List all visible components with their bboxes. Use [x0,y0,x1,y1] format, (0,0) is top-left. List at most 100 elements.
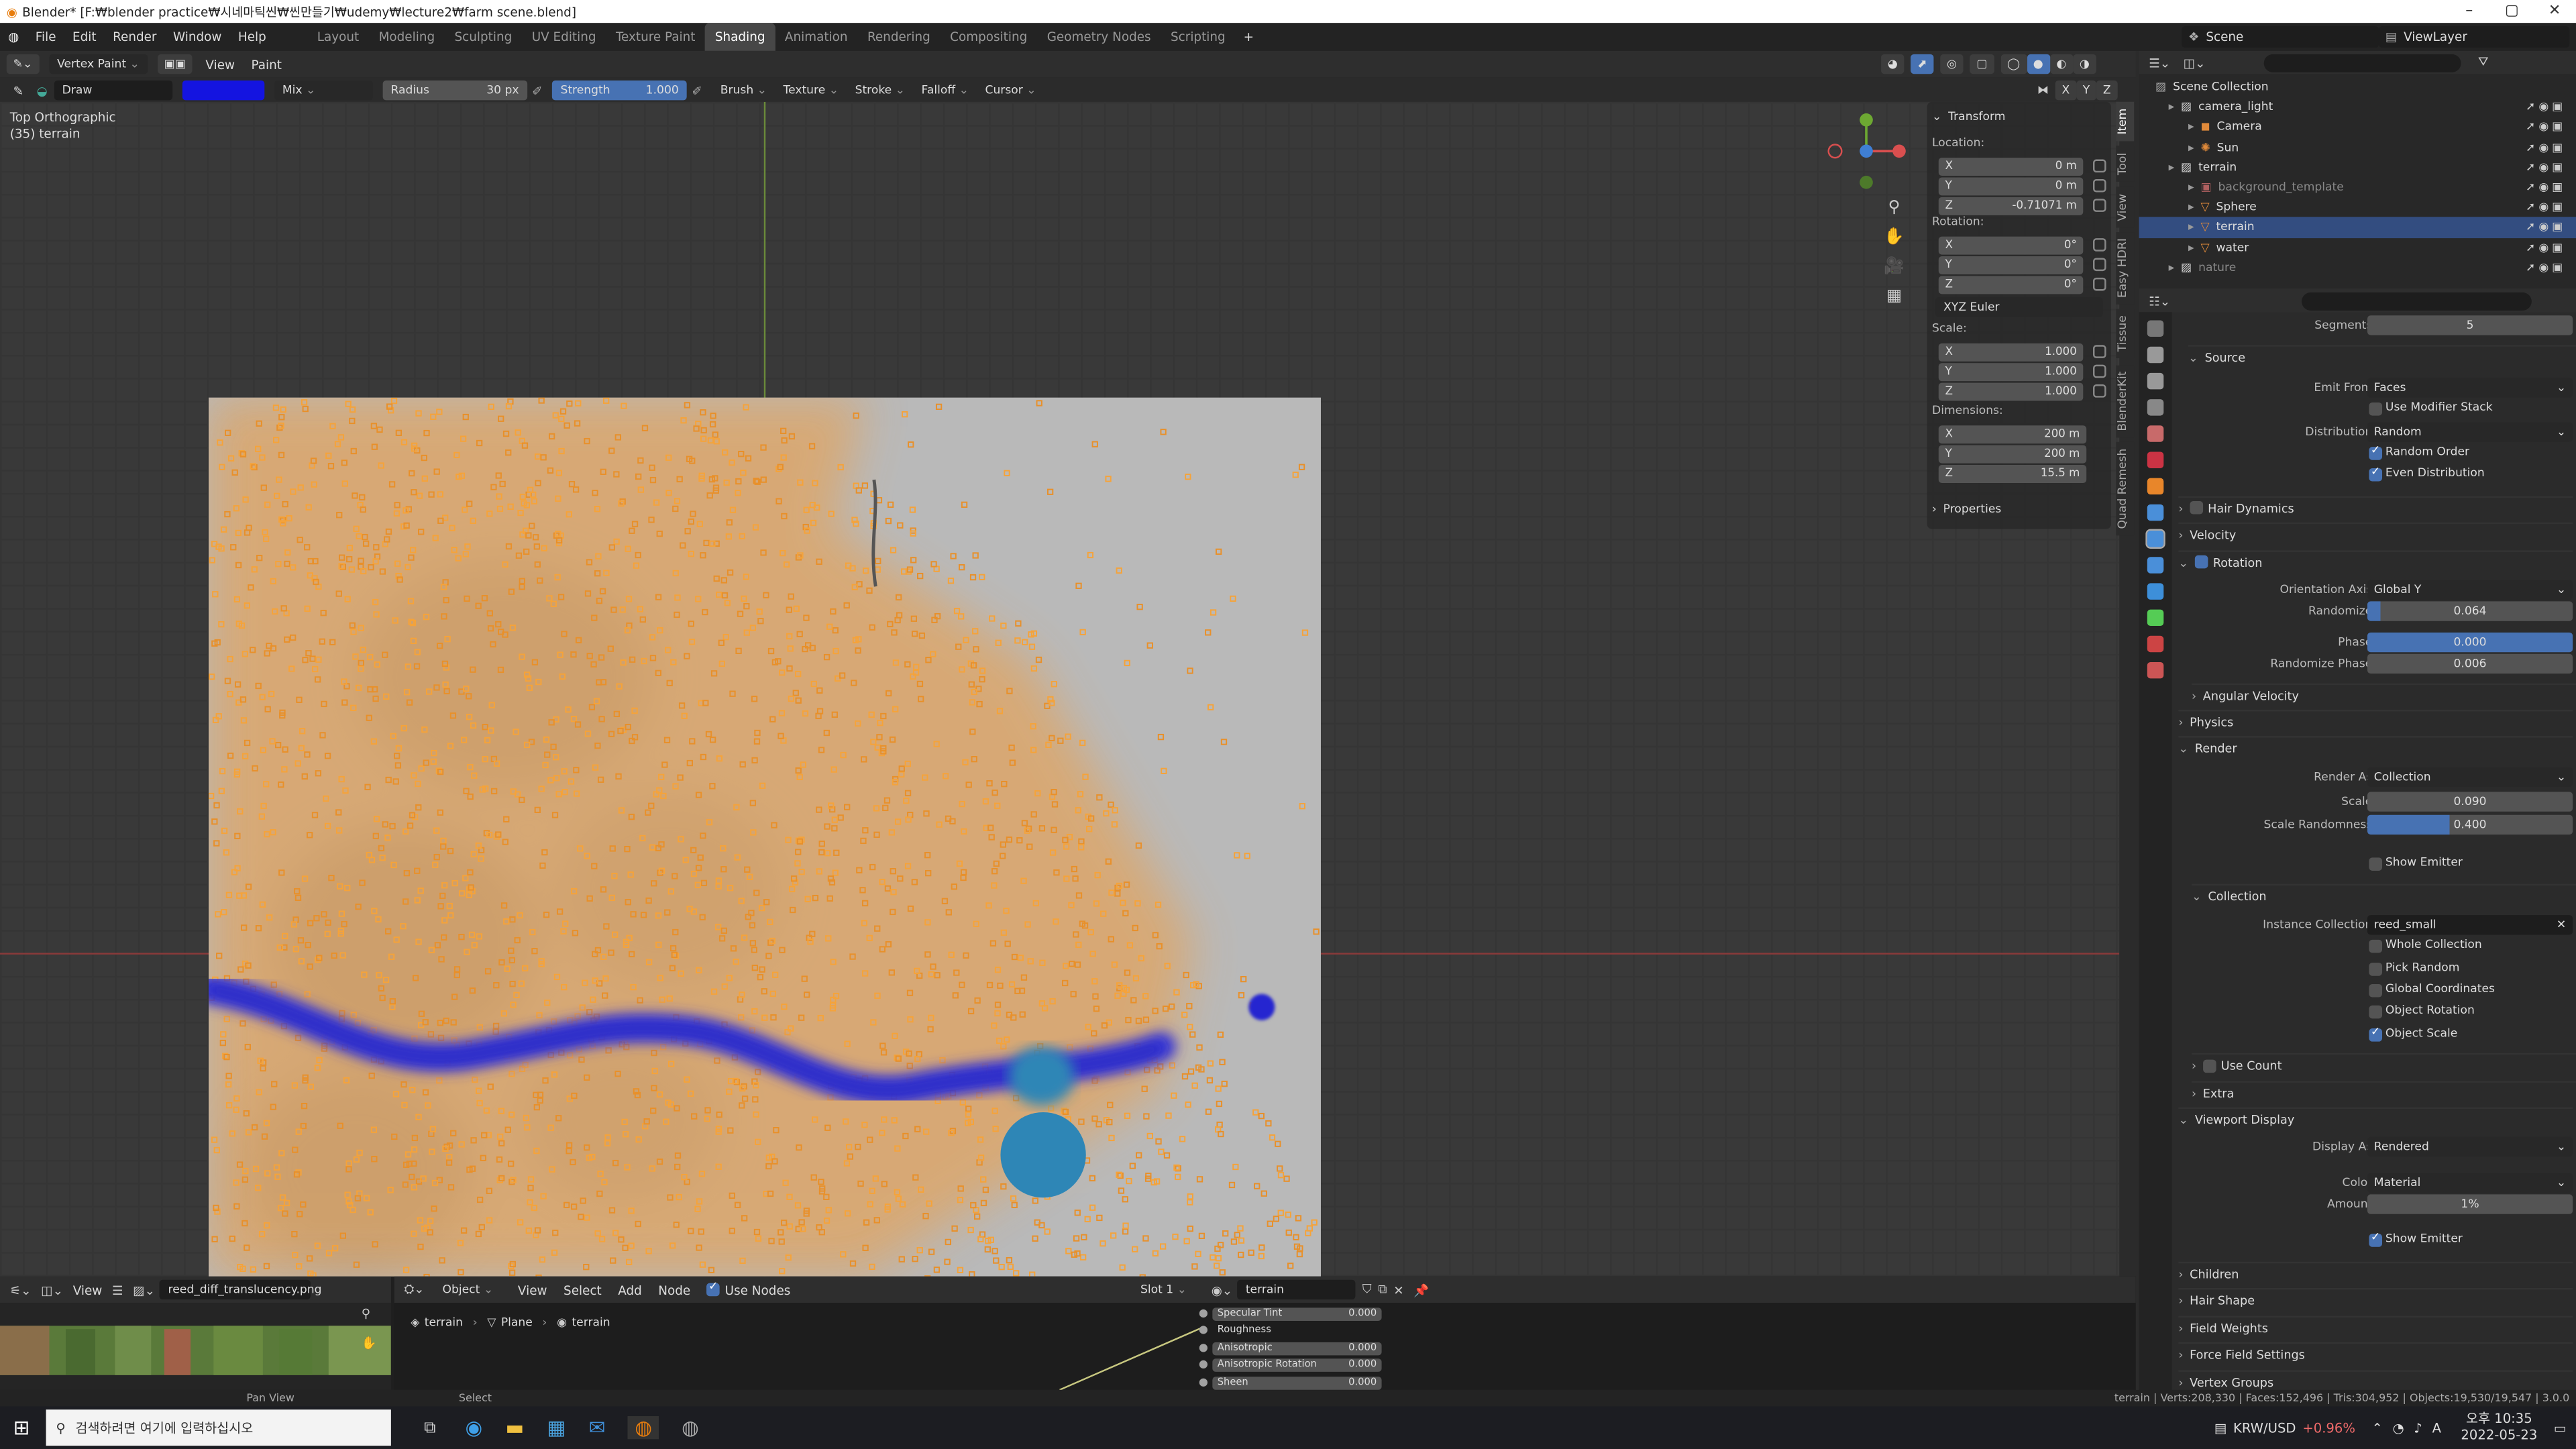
scale-value[interactable]: 0.090 [2367,792,2573,812]
camera-view-icon[interactable]: 🎥 [1881,253,1907,282]
node-value-field[interactable]: Roughness [1212,1325,1381,1338]
global-coordinates-checkbox[interactable] [2369,983,2383,998]
clear-icon[interactable]: ✕ [2557,915,2566,934]
image-browse-icon[interactable]: ▨⌄ [133,1282,155,1297]
hair-shape-section-header[interactable]: › Hair Shape [2178,1288,2573,1311]
workspace-tab-geometry-nodes[interactable]: Geometry Nodes [1037,23,1161,51]
eye-icon[interactable]: ◉ [2538,261,2552,274]
workspace-tab-compositing[interactable]: Compositing [940,23,1037,51]
close-button[interactable]: ✕ [2533,0,2576,23]
workspace-tab-modeling[interactable]: Modeling [369,23,445,51]
view-layer-tab-icon[interactable] [2147,399,2164,416]
world-tab-icon[interactable] [2147,451,2164,468]
emit-from-value[interactable]: Faces ⌄ [2367,377,2573,398]
children-section-header[interactable]: › Children [2178,1261,2573,1285]
mode-selector[interactable]: Vertex Paint [48,54,148,74]
blender-taskbar-icon[interactable]: ◍ [628,1416,659,1440]
stroke-menu[interactable]: Stroke [847,80,913,100]
wireframe-shading-icon[interactable]: ◯ [2000,54,2027,74]
paint-menu[interactable]: Paint [252,56,282,71]
outliner-row-camera-light[interactable]: ▸ ▨ camera_light ➚◉▣ [2139,97,2576,117]
expand-arrow-icon[interactable]: ▸ [2188,241,2194,254]
whole-collection-checkbox[interactable] [2369,940,2383,953]
menu-render[interactable]: Render [105,23,165,51]
maximize-button[interactable]: ▢ [2491,0,2534,23]
hair-dynamics-section-checkbox[interactable] [2190,501,2203,515]
outliner-row-nature[interactable]: ▸ ▨ nature ➚◉▣ [2139,258,2576,278]
select-toggle-icon[interactable]: ➚ [2526,221,2538,234]
sidebar-tab-tissue[interactable]: Tissue [2116,309,2135,360]
rotation-mode-select[interactable]: XYZ Euler [1935,297,2103,317]
breadcrumb-item[interactable]: Plane [501,1316,533,1330]
falloff-menu[interactable]: Falloff [913,80,977,100]
navigation-gizmo[interactable] [1827,112,1909,194]
loc-z-field[interactable]: Z -0.71071 m [1938,196,2084,215]
lock-icon[interactable] [2093,159,2106,173]
breadcrumb-item[interactable]: terrain [425,1316,463,1330]
outliner-row-water[interactable]: ▸ ▽ water ➚◉▣ [2139,237,2576,258]
select-toggle-icon[interactable]: ➚ [2526,141,2538,154]
collection-section-header[interactable]: ⌄ Collection [2191,884,2576,908]
camera-render-icon[interactable]: ▣ [2552,221,2566,234]
randomize-value[interactable]: 0.064 [2367,602,2573,622]
xray-toggle-icon[interactable]: ▢ [1970,54,1994,74]
material-shading-icon[interactable]: ◐ [2049,54,2074,74]
overlay-toggle-icon[interactable]: ◎ [1940,54,1964,74]
object-scale-checkbox[interactable] [2369,1025,2383,1042]
workspace-tab-animation[interactable]: Animation [775,23,857,51]
menu-file[interactable]: File [28,23,64,51]
windows-start-icon[interactable]: ⊞ [13,1416,30,1439]
lock-icon[interactable] [2093,258,2106,272]
notification-icon[interactable]: ▭ [2554,1420,2567,1435]
display-mode-icon[interactable]: ◫⌄ [2184,55,2206,70]
outliner-editor-icon[interactable]: ☰⌄ [2149,55,2170,70]
workspace-tab-layout[interactable]: Layout [307,23,369,51]
camera-render-icon[interactable]: ▣ [2552,121,2566,134]
node-input-row[interactable]: Specular Tint 0.000 [1199,1306,1382,1323]
lock-icon[interactable] [2093,277,2106,291]
store-icon[interactable]: ▦ [547,1416,566,1439]
principled-bsdf-node[interactable]: Specular Tint 0.000 Roughness Anisotropic 0.… [1199,1306,1382,1391]
select-toggle-icon[interactable]: ➚ [2526,161,2538,174]
sidebar-tab-quad-remesh[interactable]: Quad Remesh [2116,441,2135,536]
mirror-z-toggle[interactable]: Z [2096,80,2118,101]
eye-icon[interactable]: ◉ [2538,241,2552,254]
filter-icon[interactable]: ⛛ [2478,54,2488,70]
scene-collection-row[interactable]: ▨ Scene Collection [2139,77,2576,97]
lock-icon[interactable] [2093,384,2106,398]
ortho-grid-icon[interactable]: ▦ [1881,282,1907,312]
display-as-value[interactable]: Rendered ⌄ [2367,1137,2573,1158]
strength-pressure-icon[interactable]: ✐ [692,83,702,98]
dim-x-field[interactable]: X 200 m [1938,425,2087,443]
image-preview[interactable]: ⚲ ✋ [0,1303,391,1390]
brush-color-swatch[interactable] [182,80,264,101]
radius-field[interactable]: Radius 30 px [382,80,527,101]
camera-render-icon[interactable]: ▣ [2552,241,2566,254]
lock-icon[interactable] [2093,364,2106,378]
segments-value[interactable]: 5 [2367,315,2573,335]
expand-arrow-icon[interactable]: ▸ [2169,261,2175,274]
outliner-row-Sun[interactable]: ▸ ✺ Sun ➚◉▣ [2139,138,2576,158]
pin-icon[interactable]: 📌 [1413,1282,1429,1297]
image-name-field[interactable]: reed_diff_translucency.png [160,1279,322,1300]
node-input-row[interactable]: Roughness [1199,1323,1380,1340]
file-explorer-icon[interactable]: ▬ [506,1416,525,1439]
use-modifier-stack-checkbox[interactable] [2369,402,2383,417]
rot-x-field[interactable]: X 0° [1938,235,2084,254]
output-tab-icon[interactable] [2147,372,2164,390]
task-view-icon[interactable]: ⧉ [424,1419,435,1437]
texture-menu[interactable]: Texture [775,80,847,100]
eye-icon[interactable]: ◉ [2538,141,2552,154]
object-rotation-checkbox[interactable] [2369,1006,2383,1020]
expand-arrow-icon[interactable]: ▸ [2188,141,2194,154]
randomize-phase-value[interactable]: 0.006 [2367,654,2573,674]
unlink-material-icon[interactable]: ✕ [1393,1282,1403,1297]
source-section-header[interactable]: ⌄ Source [2188,345,2576,368]
amount-value[interactable]: 1% [2367,1194,2573,1215]
image-zoom-icon[interactable]: ⚲ [362,1306,370,1321]
vertex-groups-section-header[interactable]: › Vertex Groups [2178,1369,2573,1389]
data-tab-icon[interactable] [2147,609,2164,627]
outliner-row-Camera[interactable]: ▸ ◼ Camera ➚◉▣ [2139,117,2576,138]
random-order-checkbox[interactable] [2369,443,2383,460]
rot-z-field[interactable]: Z 0° [1938,275,2084,294]
